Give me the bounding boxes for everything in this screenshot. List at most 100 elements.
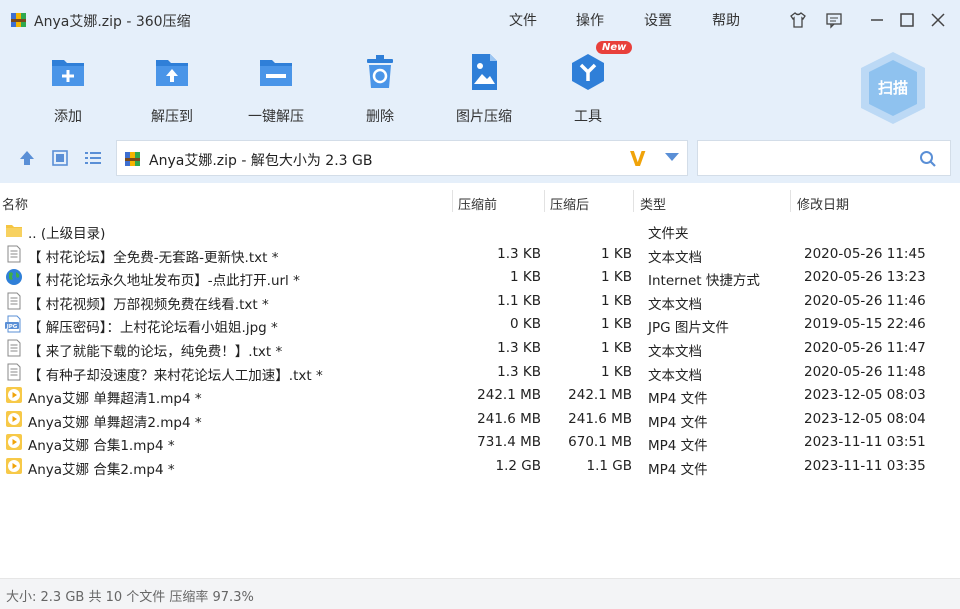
feedback-button[interactable] xyxy=(822,8,846,32)
file-size-before: 0 KB xyxy=(510,316,541,333)
skin-button[interactable] xyxy=(786,8,810,32)
tools-icon xyxy=(572,54,604,90)
file-size-before: 1.3 KB xyxy=(497,340,541,356)
delete-button[interactable]: 删除 xyxy=(338,50,422,125)
file-type: 文本文档 xyxy=(648,249,702,266)
file-row[interactable]: .. (上级目录) 文件夹 xyxy=(0,219,960,242)
file-type: MP4 文件 xyxy=(648,391,708,408)
text-file-icon xyxy=(7,245,21,263)
file-size-after: 670.1 MB xyxy=(568,434,632,451)
verify-icon[interactable]: V xyxy=(630,147,645,171)
minimize-button[interactable] xyxy=(865,8,889,32)
close-button[interactable] xyxy=(926,8,950,32)
video-file-icon xyxy=(6,434,22,451)
file-row[interactable]: JPG 【 解压密码】：上村花论坛看小姐姐.jpg * 0 KB 1 KB JPG 图片… xyxy=(0,313,960,336)
file-name: Anya艾娜 单舞超清1.mp4 * xyxy=(28,391,202,408)
extract-to-label: 解压到 xyxy=(151,109,193,125)
search-input[interactable] xyxy=(704,147,904,169)
scan-label: 扫描 xyxy=(877,79,908,97)
column-divider[interactable] xyxy=(452,190,453,212)
one-click-extract-button[interactable]: 一键解压 xyxy=(234,50,318,125)
file-size-before: 1.3 KB xyxy=(497,245,541,262)
menu-operate[interactable]: 操作 xyxy=(576,10,604,30)
maximize-button[interactable] xyxy=(895,8,919,32)
column-divider[interactable] xyxy=(633,190,634,212)
file-row[interactable]: Anya艾娜 合集1.mp4 * 731.4 MB 670.1 MB MP4 文件 20… xyxy=(0,431,960,454)
minimize-icon xyxy=(871,19,883,21)
column-name[interactable]: 名称 xyxy=(2,194,28,213)
file-row[interactable]: 【 来了就能下载的论坛，纯免费！】.txt * 1.3 KB 1 KB 文本文档 202… xyxy=(0,337,960,360)
extract-to-icon xyxy=(156,60,188,86)
search-box xyxy=(697,140,951,176)
file-row[interactable]: 【 村花论坛永久地址发布页】-点此打开.url * 1 KB 1 KB Interne… xyxy=(0,266,960,289)
file-row[interactable]: Anya艾娜 单舞超清1.mp4 * 242.1 MB 242.1 MB MP4 文件… xyxy=(0,384,960,407)
status-text: 大小: 2.3 GB 共 10 个文件 压缩率 97.3% xyxy=(6,590,254,605)
file-row[interactable]: 【 村花视频】万部视频免费在线看.txt * 1.1 KB 1 KB 文本文档 2020… xyxy=(0,290,960,313)
file-size-after: 242.1 MB xyxy=(568,387,632,404)
file-name: 【 村花论坛】全免费-无套路-更新快.txt * xyxy=(28,249,279,266)
add-button[interactable]: 添加 xyxy=(26,50,110,125)
file-row[interactable]: 【 有种子却没速度？来村花论坛人工加速】.txt * 1.3 KB 1 KB 文本文档… xyxy=(0,361,960,384)
file-modified-date: 2019-05-15 22:46 xyxy=(804,316,926,333)
file-modified-date: 2020-05-26 11:46 xyxy=(804,292,926,309)
scan-button[interactable]: 扫描 xyxy=(857,50,929,126)
column-before[interactable]: 压缩前 xyxy=(458,194,497,213)
file-size-after: 1.1 GB xyxy=(586,458,632,474)
file-size-after: 1 KB xyxy=(601,340,632,356)
file-type: Internet 快捷方式 xyxy=(648,273,760,290)
column-type[interactable]: 类型 xyxy=(640,194,666,213)
file-size-before: 1.1 KB xyxy=(497,292,541,309)
file-type: 文本文档 xyxy=(648,367,702,384)
thumbnail-view-icon[interactable] xyxy=(50,148,70,168)
file-row[interactable]: Anya艾娜 合集2.mp4 * 1.2 GB 1.1 GB MP4 文件 2023-1… xyxy=(0,455,960,478)
text-file-icon xyxy=(7,292,21,310)
window-title: Anya艾娜.zip - 360压缩 xyxy=(34,14,191,30)
status-bar: 大小: 2.3 GB 共 10 个文件 压缩率 97.3% xyxy=(0,578,960,609)
file-name: 【 村花视频】万部视频免费在线看.txt * xyxy=(28,296,269,313)
file-modified-date: 2023-12-05 08:03 xyxy=(804,387,926,404)
menu-file[interactable]: 文件 xyxy=(509,10,537,30)
column-divider[interactable] xyxy=(544,190,545,212)
file-row[interactable]: Anya艾娜 单舞超清2.mp4 * 241.6 MB 241.6 MB MP4 文件… xyxy=(0,408,960,431)
text-file-icon xyxy=(7,363,21,381)
jpg-file-icon: JPG xyxy=(5,315,21,333)
file-name: 【 有种子却没速度？来村花论坛人工加速】.txt * xyxy=(28,367,323,384)
path-dropdown-icon[interactable] xyxy=(665,153,679,161)
image-compress-button[interactable]: 图片压缩 xyxy=(442,50,526,125)
file-modified-date: 2020-05-26 11:45 xyxy=(804,245,926,262)
header-area: Anya艾娜.zip - 360压缩 文件 操作 设置 帮助 添加 解压到 一键… xyxy=(0,0,960,183)
file-size-before: 1.2 GB xyxy=(495,458,541,474)
menu-help[interactable]: 帮助 xyxy=(712,10,740,30)
up-level-icon[interactable] xyxy=(17,148,37,168)
tools-button[interactable]: New 工具 xyxy=(546,41,633,125)
extract-to-button[interactable]: 解压到 xyxy=(130,50,214,125)
file-row[interactable]: 【 村花论坛】全免费-无套路-更新快.txt * 1.3 KB 1 KB 文本文档 20… xyxy=(0,243,960,266)
file-type: MP4 文件 xyxy=(648,414,708,431)
column-modified[interactable]: 修改日期 xyxy=(797,194,849,213)
file-name: Anya艾娜 单舞超清2.mp4 * xyxy=(28,414,202,431)
file-name: Anya艾娜 合集1.mp4 * xyxy=(28,438,175,455)
one-click-extract-icon xyxy=(260,60,292,86)
search-icon[interactable] xyxy=(918,149,938,169)
list-view-icon[interactable] xyxy=(83,148,103,168)
delete-icon xyxy=(367,55,393,88)
globe-icon xyxy=(6,269,22,286)
file-size-after: 1 KB xyxy=(601,269,632,286)
column-divider[interactable] xyxy=(790,190,791,212)
folder-icon xyxy=(6,225,22,237)
skin-icon xyxy=(790,12,806,28)
file-modified-date: 2023-12-05 08:04 xyxy=(804,410,926,427)
file-name: .. (上级目录) xyxy=(28,226,106,242)
file-name: Anya艾娜 合集2.mp4 * xyxy=(28,462,175,478)
file-type: 文本文档 xyxy=(648,344,702,360)
video-file-icon xyxy=(6,410,22,427)
file-size-after: 1 KB xyxy=(601,363,632,380)
file-size-after: 1 KB xyxy=(601,292,632,309)
file-type: JPG 图片文件 xyxy=(648,320,729,337)
path-bar[interactable]: Anya艾娜.zip - 解包大小为 2.3 GB V xyxy=(116,140,688,176)
column-after[interactable]: 压缩后 xyxy=(550,194,589,213)
menu-settings[interactable]: 设置 xyxy=(644,10,672,30)
file-type: MP4 文件 xyxy=(648,438,708,455)
add-label: 添加 xyxy=(54,109,82,125)
new-badge: New xyxy=(596,41,633,54)
